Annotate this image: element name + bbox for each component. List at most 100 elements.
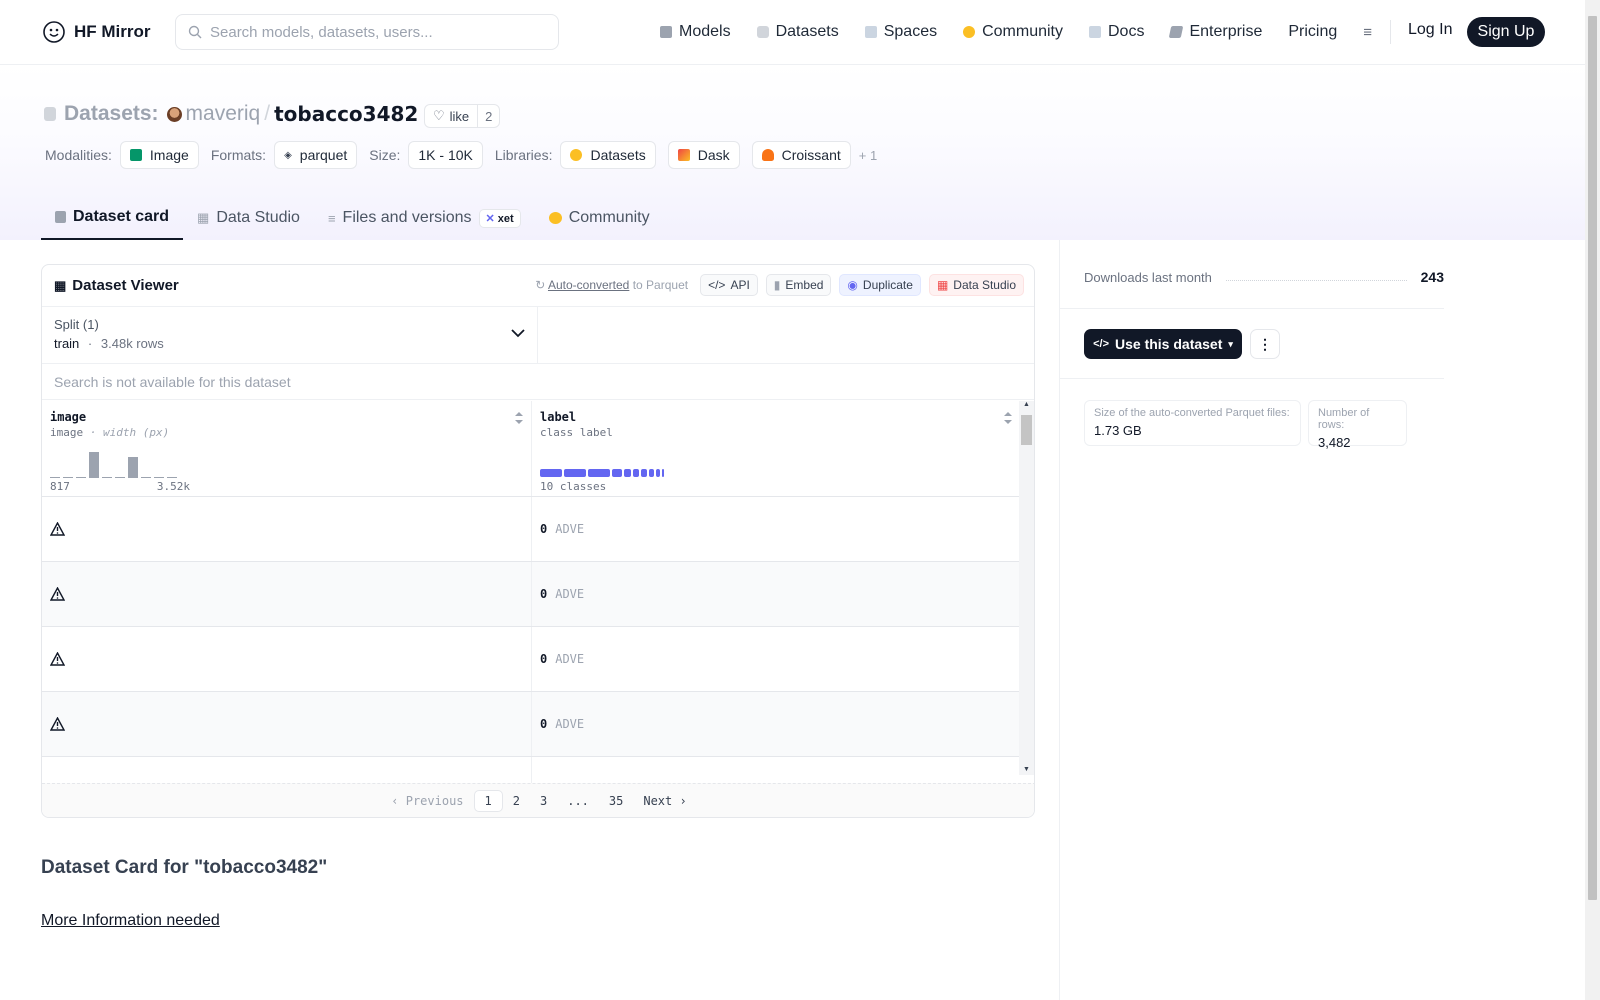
- signup-button[interactable]: Sign Up: [1467, 17, 1545, 47]
- to-parquet-text: to Parquet: [632, 278, 689, 292]
- nav-enterprise[interactable]: Enterprise: [1169, 23, 1262, 41]
- use-dataset-button[interactable]: </> Use this dataset ▾: [1084, 329, 1242, 359]
- nav-models[interactable]: Models: [660, 23, 731, 41]
- label-value: 0: [540, 652, 548, 666]
- table-row[interactable]: 0 ADVE: [42, 562, 1020, 627]
- nav-divider: [1390, 20, 1391, 44]
- image-cell[interactable]: [42, 497, 531, 561]
- sidebar-divider: [1060, 308, 1444, 309]
- label-cell[interactable]: 0 ADVE: [531, 692, 1020, 756]
- tag-size[interactable]: 1K - 10K: [408, 141, 483, 169]
- image-cell[interactable]: [42, 562, 531, 626]
- viewer-search: Search is not available for this dataset: [42, 364, 1034, 400]
- tag-parquet[interactable]: ◈ parquet: [274, 141, 358, 169]
- data-studio-button[interactable]: ▦ Data Studio: [928, 274, 1024, 296]
- more-info-link[interactable]: More Information needed: [41, 912, 220, 930]
- scroll-down-arrow[interactable]: ▼: [1019, 766, 1034, 773]
- embed-button[interactable]: ▮ Embed: [765, 274, 832, 296]
- table-icon: ▦: [197, 210, 210, 225]
- label-cell[interactable]: 0 ADVE: [531, 562, 1020, 626]
- table-scrollbar[interactable]: ▲ ▼: [1019, 401, 1034, 775]
- label-value: 0: [540, 717, 548, 731]
- api-button[interactable]: </> API: [700, 274, 758, 296]
- histogram-bar: [63, 477, 73, 478]
- tag-dask[interactable]: Dask: [667, 141, 740, 169]
- viewer-title: ▦ Dataset Viewer: [54, 277, 179, 294]
- nav-datasets-label: Datasets: [775, 23, 839, 40]
- label-cell[interactable]: 0 ADVE: [531, 627, 1020, 691]
- hf-logo-icon: [43, 21, 65, 43]
- image-cell[interactable]: [42, 627, 531, 691]
- tag-croissant[interactable]: Croissant: [751, 141, 851, 169]
- page-2[interactable]: 2: [503, 791, 530, 811]
- label-cell[interactable]: 0 ADVE: [531, 497, 1020, 561]
- scroll-up-arrow[interactable]: ▲: [1019, 401, 1034, 408]
- sort-icon[interactable]: [1004, 411, 1012, 425]
- tag-datasets-lib[interactable]: Datasets: [560, 141, 656, 169]
- crumb-datasets[interactable]: Datasets:: [64, 102, 159, 126]
- page-35[interactable]: 35: [599, 791, 633, 811]
- more-options-button[interactable]: ⋮: [1250, 329, 1280, 359]
- table-row[interactable]: 0 ADVE: [42, 692, 1020, 757]
- label-name: ADVE: [555, 652, 585, 666]
- previous-page-button[interactable]: ‹ Previous: [381, 791, 473, 811]
- page-1[interactable]: 1: [473, 789, 503, 812]
- nav-community[interactable]: Community: [963, 23, 1063, 41]
- parquet-size-value: 1.73 GB: [1094, 423, 1142, 438]
- sort-icon[interactable]: [515, 411, 523, 425]
- viewer-title-text: Dataset Viewer: [72, 277, 179, 294]
- column-label-name: label: [540, 410, 577, 424]
- split-selector[interactable]: Split (1) train · 3.48k rows: [42, 307, 538, 363]
- like-button[interactable]: ♡ like 2: [424, 104, 501, 128]
- duplicate-button[interactable]: ◉ Duplicate: [839, 274, 921, 296]
- image-cell[interactable]: [42, 692, 531, 756]
- page-scroll-thumb[interactable]: [1588, 16, 1597, 900]
- class-bar: [564, 469, 586, 477]
- menu-icon[interactable]: ≡: [1363, 24, 1372, 41]
- tab-files[interactable]: ≡ Files and versions ✕ xet: [314, 196, 535, 240]
- column-image[interactable]: image image · width (px) 817 3.52k: [42, 401, 531, 496]
- api-label: API: [730, 278, 750, 292]
- page-3[interactable]: 3: [530, 791, 557, 811]
- data-studio-icon: ▦: [936, 278, 949, 292]
- table-scroll-thumb[interactable]: [1021, 415, 1032, 445]
- tab-dataset-card[interactable]: Dataset card: [41, 196, 184, 240]
- crumb-repo[interactable]: tobacco3482: [274, 102, 418, 126]
- column-label[interactable]: label class label 10 classes: [531, 401, 1020, 496]
- tag-image-label: Image: [149, 147, 189, 163]
- embed-label: Embed: [785, 278, 824, 292]
- crumb-user[interactable]: maveriq: [186, 102, 261, 126]
- class-count-text: 10 classes: [540, 480, 607, 493]
- embed-icon: ▮: [773, 278, 781, 292]
- histogram-bar: [115, 477, 125, 478]
- dataset-viewer: ▦ Dataset Viewer ↻ Auto-converted to Parq…: [41, 264, 1035, 818]
- width-histogram: [50, 451, 177, 478]
- nav-pricing[interactable]: Pricing: [1288, 23, 1337, 41]
- nav-datasets[interactable]: Datasets: [756, 23, 839, 41]
- use-dataset-label: Use this dataset: [1115, 336, 1223, 352]
- tag-image[interactable]: Image: [119, 141, 199, 169]
- table-row[interactable]: 0 ADVE: [42, 627, 1020, 692]
- table-row[interactable]: 0 ADVE: [42, 497, 1020, 562]
- nav-links: Models Datasets Spaces Community Docs En…: [660, 0, 1372, 64]
- files-icon: ≡: [327, 210, 336, 226]
- tab-data-studio[interactable]: ▦ Data Studio: [183, 196, 314, 240]
- brand-logo[interactable]: HF Mirror: [42, 20, 151, 44]
- docs-icon: [1089, 26, 1101, 38]
- histogram-bar: [76, 477, 86, 478]
- like-count[interactable]: 2: [478, 109, 499, 124]
- downloads-stat: Downloads last month 243: [1084, 269, 1444, 285]
- metadata-tags: Modalities: Image Formats: ◈ parquet Size…: [45, 141, 877, 169]
- next-page-button[interactable]: Next ›: [633, 791, 696, 811]
- login-link[interactable]: Log In: [1408, 21, 1452, 39]
- nav-docs[interactable]: Docs: [1089, 23, 1144, 41]
- libraries-more[interactable]: + 1: [859, 148, 877, 163]
- tab-community[interactable]: Community: [535, 196, 664, 240]
- code-icon: </>: [1093, 338, 1109, 350]
- search-input[interactable]: Search models, datasets, users...: [175, 14, 559, 50]
- tag-parquet-label: parquet: [299, 147, 348, 163]
- split-rows: 3.48k rows: [100, 336, 164, 351]
- auto-converted-link[interactable]: Auto-converted: [548, 278, 629, 292]
- page-scrollbar[interactable]: [1585, 0, 1600, 1000]
- nav-spaces[interactable]: Spaces: [864, 23, 937, 41]
